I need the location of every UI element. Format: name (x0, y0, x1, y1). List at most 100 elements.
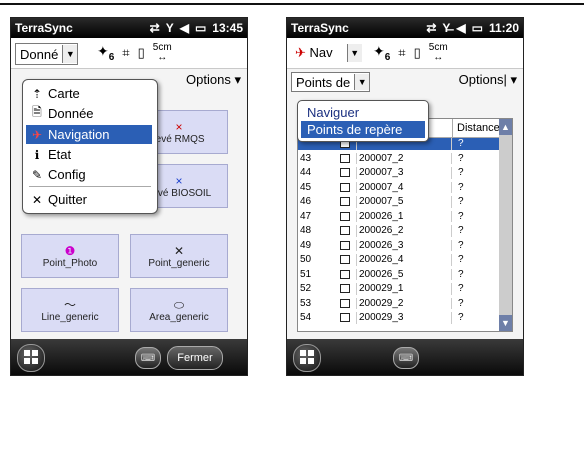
keyboard-button[interactable]: ⌨ (135, 347, 161, 369)
table-row[interactable]: 46 200007_5? (298, 196, 499, 208)
scroll-up-icon[interactable]: ▲ (499, 119, 512, 135)
button-point-generic[interactable]: ✕ Point_generic (130, 234, 228, 278)
menu-item-quitter[interactable]: ✕ Quitter (26, 190, 152, 209)
button-label: Point_generic (148, 257, 210, 269)
nav-label: Nav (309, 45, 333, 60)
waypoint-table: Distance ? 43 200007_2? 44 200007_3? 45 200007… (297, 118, 513, 332)
table-row[interactable]: 54 200029_3? (298, 312, 499, 324)
info-icon: ℹ (34, 147, 40, 162)
menu-item-donnee[interactable]: 🗎 Donnée (26, 104, 152, 123)
chevron-down-icon[interactable]: ▼ (346, 44, 362, 62)
row-checkbox[interactable] (340, 255, 350, 264)
gps-battery-icon[interactable]: ▯ (138, 45, 145, 61)
table-row[interactable]: 48 200026_2? (298, 225, 499, 237)
row-checkbox[interactable] (340, 313, 350, 322)
options-label: Options (458, 72, 504, 87)
table-row[interactable]: 43 200007_2? (298, 152, 499, 164)
table-row[interactable]: 52 200029_1? (298, 283, 499, 295)
menu-item-etat[interactable]: ℹ Etat (26, 145, 152, 164)
photo-point-icon: ❶ (64, 243, 76, 258)
row-checkbox[interactable] (340, 153, 350, 163)
precision-indicator[interactable]: 5cm ↔ (429, 43, 448, 63)
gps-battery-icon[interactable]: ▯ (414, 45, 421, 61)
row-checkbox[interactable] (340, 182, 350, 192)
row-checkbox[interactable] (340, 197, 350, 206)
area-icon: ⬭ (173, 297, 185, 312)
menu-item-config[interactable]: ✎ Config (26, 165, 152, 184)
row-checkbox[interactable] (340, 269, 350, 279)
section-dropdown[interactable]: ✈ Nav ▼ (291, 43, 362, 63)
row-distance: ? (458, 283, 464, 294)
row-distance: ? (458, 268, 464, 280)
scroll-down-icon[interactable]: ▼ (499, 315, 512, 331)
row-checkbox[interactable] (340, 284, 350, 293)
point-blue-icon: × (175, 173, 183, 188)
scrollbar[interactable]: ▲ ▼ (499, 119, 512, 331)
options-button[interactable]: Options| ▾ (459, 72, 517, 88)
row-checkbox[interactable] (340, 226, 350, 235)
precision-indicator[interactable]: 5cm ↔ (153, 43, 172, 63)
row-number: 45 (300, 181, 312, 193)
arrow-both-icon: ↔ (157, 52, 168, 63)
table-row[interactable]: 44 200007_3? (298, 167, 499, 179)
row-name: 200007_2 (356, 152, 452, 164)
menu-item-navigation[interactable]: ✈ Navigation (26, 125, 152, 144)
navigation-icon: ✈ (31, 127, 43, 142)
keyboard-button[interactable]: ⌨ (393, 347, 419, 369)
carte-icon: ⇡ (31, 86, 43, 101)
row-distance: ? (458, 210, 464, 222)
row-number: 43 (300, 152, 312, 164)
point-red-icon: × (175, 119, 183, 134)
menu-item-carte[interactable]: ⇡ Carte (26, 84, 152, 103)
bottom-bar: ⌨ (287, 339, 523, 375)
row-checkbox[interactable] (340, 240, 350, 250)
table-row[interactable]: 53 200029_2? (298, 297, 499, 309)
table-row[interactable]: 47 200026_1? (298, 210, 499, 222)
satellite-icon[interactable]: ✦6 (97, 43, 114, 63)
row-distance: ? (458, 181, 464, 193)
row-checkbox[interactable] (340, 168, 350, 177)
button-label: Point_Photo (42, 257, 98, 269)
section-dropdown[interactable]: Donné ▼ (15, 43, 79, 65)
row-distance: ? (458, 254, 464, 265)
row-name: 200026_5 (356, 268, 452, 280)
options-button[interactable]: Options ▾ (186, 72, 241, 88)
row-name: 200026_3 (356, 239, 452, 251)
row-number: 52 (300, 283, 312, 294)
close-button[interactable]: Fermer (167, 346, 223, 370)
button-area-generic[interactable]: ⬭ Area_generic (130, 288, 228, 332)
keyboard-icon: ⌨ (398, 352, 414, 364)
table-row[interactable]: 51 200026_5? (298, 268, 499, 280)
table-row[interactable]: 50 200026_4? (298, 254, 499, 266)
points-dropdown-label: Points de (296, 74, 351, 90)
receiver-icon[interactable]: ⌗ (122, 45, 129, 61)
navigation-icon: ✈ (295, 45, 306, 60)
menu-item-label: Carte (48, 86, 80, 101)
toolbar: Donné ▼ ✦6 ⌗ ▯ 5cm ↔ (11, 38, 247, 69)
windows-start-button[interactable] (293, 344, 321, 372)
table-row[interactable]: 45 200007_4? (298, 181, 499, 193)
sync-icon: ⇄ (149, 21, 160, 35)
table-row[interactable]: 49 200026_3? (298, 239, 499, 251)
row-checkbox[interactable] (340, 211, 350, 221)
row-name: 200007_5 (356, 196, 452, 208)
point-icon: ✕ (173, 243, 185, 258)
satellite-icon[interactable]: ✦6 (373, 43, 390, 63)
menu-item-label: Etat (48, 147, 72, 162)
menu-item-points-de-repere[interactable]: Points de repère (301, 121, 425, 138)
windows-start-button[interactable] (17, 344, 45, 372)
button-line-generic[interactable]: 〜 Line_generic (21, 288, 119, 332)
button-point-photo[interactable]: ❶ Point_Photo (21, 234, 119, 278)
sync-icon: ⇄ (426, 21, 437, 35)
points-dropdown[interactable]: Points de ▼ (291, 72, 371, 92)
menu-item-naviguer[interactable]: Naviguer (301, 104, 425, 121)
chevron-down-icon[interactable]: ▼ (62, 45, 78, 63)
column-header-distance[interactable]: Distance (452, 119, 500, 137)
chevron-down-icon[interactable]: ▼ (354, 74, 370, 90)
satellite-count: 6 (108, 51, 115, 63)
volume-icon: ◀︎ (456, 21, 466, 35)
receiver-icon[interactable]: ⌗ (398, 45, 405, 61)
row-checkbox[interactable] (340, 298, 350, 308)
volume-icon: ◀︎ (179, 21, 189, 35)
terrasync-screen-1: TerraSync ⇄ Y ◀︎ ▭ 13:45 Donné ▼ ✦6 ⌗ ▯ … (10, 17, 248, 376)
